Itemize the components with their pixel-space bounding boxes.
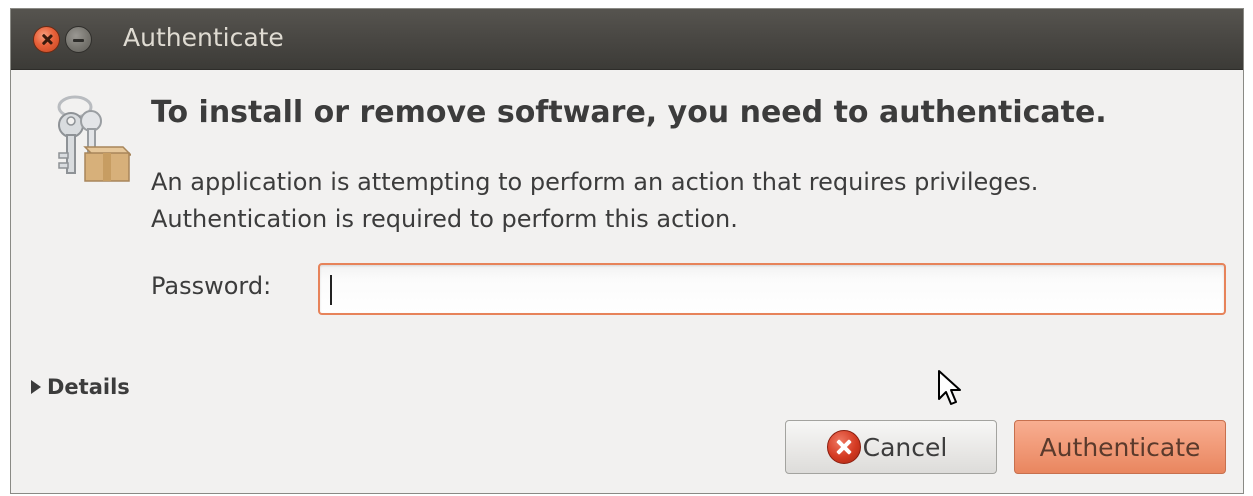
window-title: Authenticate — [123, 23, 284, 52]
minimize-icon[interactable] — [65, 26, 92, 53]
mouse-pointer-icon — [938, 370, 961, 405]
password-field[interactable] — [318, 263, 1226, 315]
details-expander[interactable]: Details — [31, 375, 130, 399]
message-line-1: An application is attempting to perform … — [151, 168, 1039, 196]
key-shape — [58, 112, 84, 174]
dialog-message: An application is attempting to perform … — [151, 164, 1038, 238]
authenticate-dialog: Authenticate To install or remove softwa… — [10, 8, 1244, 494]
title-bar[interactable]: Authenticate — [11, 9, 1243, 70]
message-line-2: Authentication is required to perform th… — [151, 205, 738, 233]
expander-arrow-icon — [31, 380, 41, 394]
details-label: Details — [47, 375, 130, 399]
authenticate-label: Authenticate — [1039, 432, 1201, 462]
close-icon[interactable] — [33, 26, 60, 53]
cancel-label: Cancel — [862, 432, 948, 462]
text-caret — [330, 275, 332, 305]
cancel-button[interactable]: Cancel — [785, 420, 997, 474]
cancel-icon — [826, 430, 861, 464]
authenticate-button[interactable]: Authenticate — [1014, 420, 1226, 474]
keys-package-icon — [57, 95, 131, 182]
password-label: Password: — [151, 272, 272, 300]
dialog-heading: To install or remove software, you need … — [151, 95, 1107, 130]
